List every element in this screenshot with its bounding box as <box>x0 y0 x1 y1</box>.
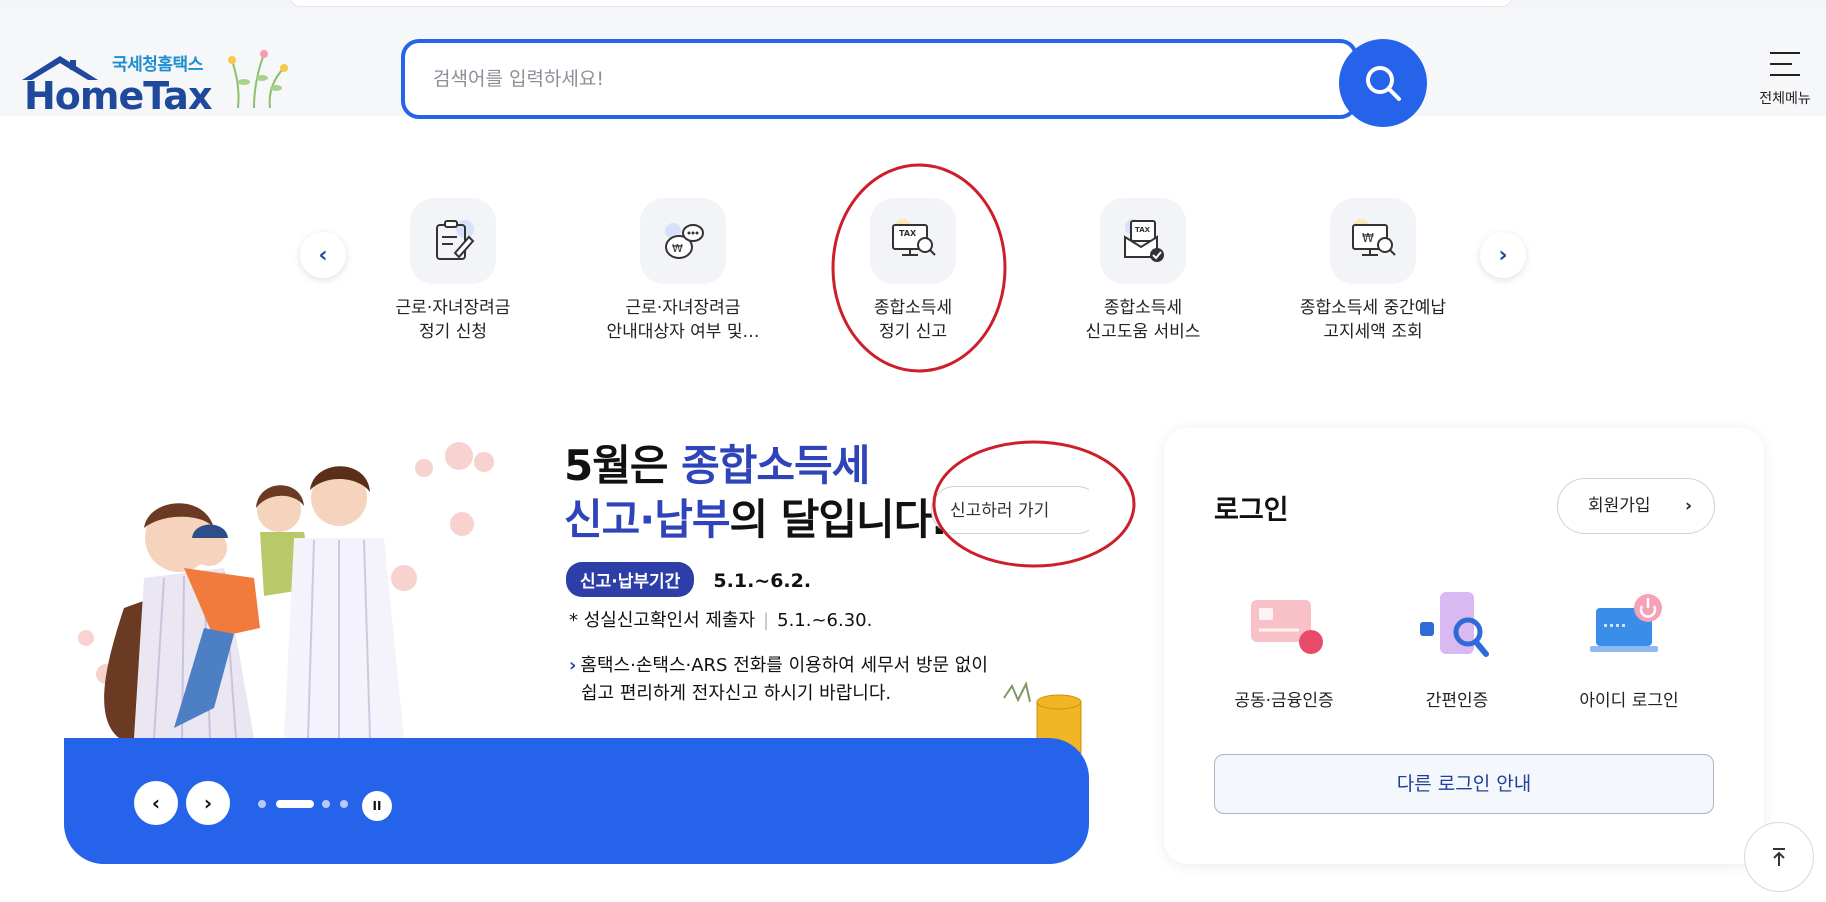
family-illustration <box>78 442 494 738</box>
search-icon <box>1366 66 1401 101</box>
login-panel: 로그인 회원가입 › 공동·금융인증 간편인증 아이디 로그인 다른 로그인 안… <box>1164 428 1764 864</box>
banner-description: › 홈택스·손택스·ARS 전화를 이용하여 세무서 방문 없이 쉽고 편리하게 … <box>569 655 988 704</box>
option-label: 아이디 로그인 <box>1579 691 1679 711</box>
filing-period: 신고·납부기간 5.1.~6.2. <box>566 562 811 597</box>
svg-text:TAX: TAX <box>1135 226 1151 234</box>
pause-icon: II <box>372 799 382 813</box>
chevron-right-icon: › <box>1684 496 1692 516</box>
arrow-up-icon <box>1773 848 1785 866</box>
laptop-power-icon <box>1590 594 1662 652</box>
confirm-period: * 성실신고확인서 제출자 | 5.1.~6.30. <box>569 610 873 631</box>
quick-item-label: 종합소득세 신고도움 서비스 <box>1085 298 1201 342</box>
chevron-left-icon: ‹ <box>151 791 161 815</box>
plant-decoration-icon <box>228 50 288 109</box>
site-header: 국세청홈택스 HomeTax 전체메뉴 <box>0 10 1826 127</box>
quick-item-label: 종합소득세 중간예납 고지세액 조회 <box>1299 298 1447 342</box>
banner-indicator-dot[interactable] <box>340 800 348 808</box>
phone-search-icon <box>1420 592 1489 657</box>
login-title: 로그인 <box>1214 495 1289 526</box>
svg-text:₩: ₩ <box>1362 231 1374 245</box>
svg-text:TAX: TAX <box>899 229 917 238</box>
quick-item-label: 종합소득세 정기 신고 <box>873 298 953 342</box>
banner-indicator-dot[interactable] <box>258 800 266 808</box>
joint-certificate-login[interactable]: 공동·금융인증 <box>1199 590 1369 711</box>
quick-item-credit-eligibility[interactable]: ₩ 근로·자녀장려금 안내대상자 여부 및… <box>568 198 798 344</box>
scroll-to-top-button[interactable] <box>1744 822 1814 892</box>
other-login-guide-button[interactable]: 다른 로그인 안내 <box>1214 754 1714 814</box>
banner-next-button[interactable]: › <box>186 781 230 825</box>
main-banner: 5월은 종합소득세 신고·납부의 달입니다. 신고하러 가기 신고·납부기간 5… <box>64 428 1089 864</box>
option-label: 공동·금융인증 <box>1234 691 1334 711</box>
go-filing-button[interactable]: 신고하러 가기 <box>931 486 1089 534</box>
period-tag: 신고·납부기간 <box>566 562 695 597</box>
banner-title-line2: 신고·납부의 달입니다. <box>564 495 947 544</box>
quick-item-earned-income-credit[interactable]: 근로·자녀장려금 정기 신청 <box>338 198 568 344</box>
simple-auth-login[interactable]: 간편인증 <box>1372 590 1542 711</box>
search-button[interactable] <box>1339 39 1427 127</box>
banner-pause-button[interactable]: II <box>362 791 392 821</box>
chevron-right-icon: › <box>203 791 213 815</box>
quick-item-filing-help[interactable]: TAX 종합소득세 신고도움 서비스 <box>1028 198 1258 344</box>
logo-title: HomeTax <box>24 74 212 118</box>
tax-monitor-search-icon: TAX <box>870 198 956 284</box>
quick-item-label: 근로·자녀장려금 안내대상자 여부 및… <box>606 298 760 342</box>
quick-menu: ‹ › 근로·자녀장려금 정기 신청 ₩ 근로·자녀장려금 안내대상자 여부 및… <box>0 190 1826 360</box>
banner-indicator-active[interactable] <box>276 800 314 808</box>
search-bar <box>401 39 1427 127</box>
option-label: 간편인증 <box>1425 691 1489 711</box>
won-monitor-search-icon: ₩ <box>1330 198 1416 284</box>
quick-item-label: 근로·자녀장려금 정기 신청 <box>395 298 511 342</box>
id-login[interactable]: 아이디 로그인 <box>1544 590 1714 711</box>
clipboard-pen-icon <box>410 198 496 284</box>
tax-envelope-check-icon: TAX <box>1100 198 1186 284</box>
banner-title-line1: 5월은 종합소득세 <box>564 441 870 490</box>
all-menu-button[interactable]: 전체메뉴 <box>1750 50 1820 120</box>
search-input[interactable] <box>431 63 1235 95</box>
quick-item-interim-prepayment[interactable]: ₩ 종합소득세 중간예납 고지세액 조회 <box>1258 198 1488 344</box>
quick-item-income-tax-filing[interactable]: TAX 종합소득세 정기 신고 <box>798 198 1028 344</box>
certificate-card-icon <box>1251 600 1323 654</box>
chevron-left-icon: ‹ <box>318 242 328 268</box>
chevron-right-icon: › <box>1498 242 1508 268</box>
chat-money-icon: ₩ <box>640 198 726 284</box>
banner-indicator-dot[interactable] <box>322 800 330 808</box>
svg-text:₩: ₩ <box>672 242 683 255</box>
period-value: 5.1.~6.2. <box>713 570 812 592</box>
logo-subtitle: 국세청홈택스 <box>112 55 203 75</box>
banner-prev-button[interactable]: ‹ <box>134 781 178 825</box>
browser-top-strip <box>0 0 1826 10</box>
hometax-logo[interactable]: 국세청홈택스 HomeTax <box>14 40 294 120</box>
signup-button[interactable]: 회원가입 › <box>1557 478 1715 534</box>
all-menu-label: 전체메뉴 <box>1759 91 1811 107</box>
hamburger-icon <box>1770 50 1800 78</box>
